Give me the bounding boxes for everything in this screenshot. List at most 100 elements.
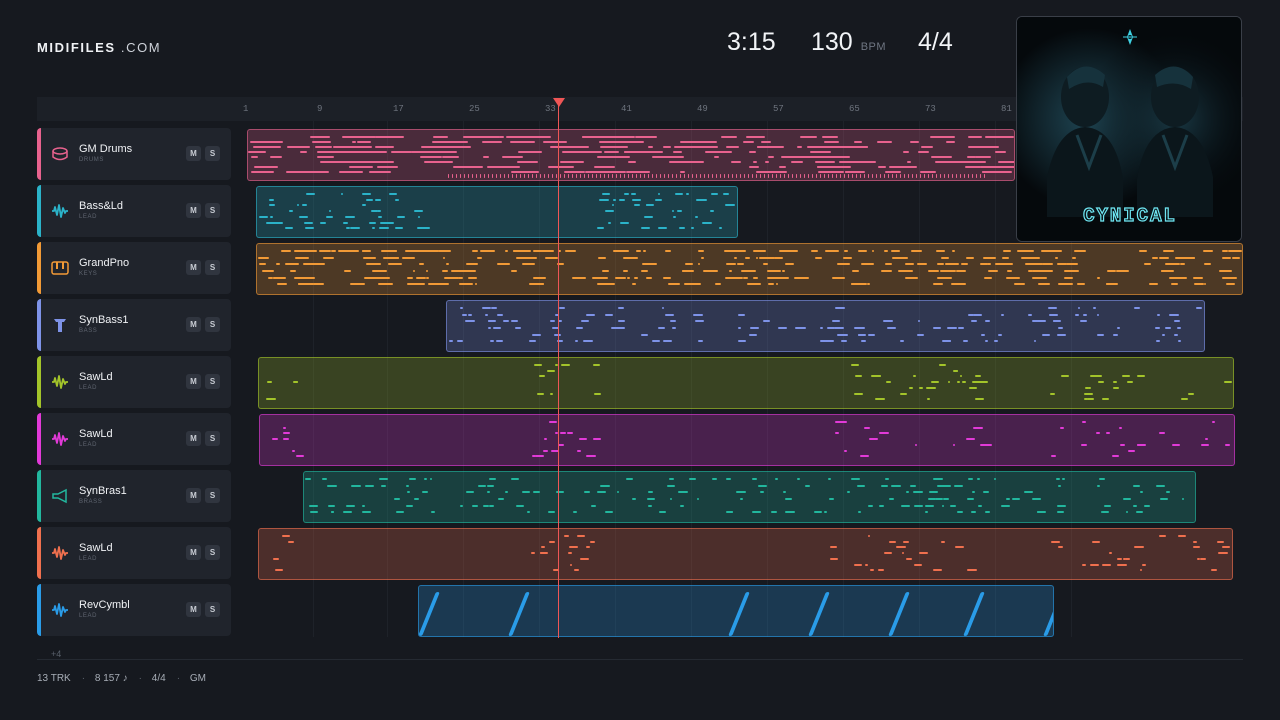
note xyxy=(627,276,630,279)
track-name: GM Drums xyxy=(79,143,133,155)
note xyxy=(1116,327,1120,329)
note xyxy=(289,210,293,213)
mute-button[interactable]: M xyxy=(186,203,201,218)
note xyxy=(705,151,732,153)
mute-button[interactable]: M xyxy=(186,602,201,617)
midi-clip[interactable] xyxy=(259,414,1235,466)
note xyxy=(296,204,299,207)
note xyxy=(752,174,753,178)
track-header[interactable]: GM Drums DRUMS M S xyxy=(37,128,231,180)
track-header[interactable]: SawLd LEAD M S xyxy=(37,527,231,579)
midi-clip[interactable] xyxy=(258,528,1233,580)
note xyxy=(1113,386,1119,389)
track-category: LEAD xyxy=(79,385,98,391)
solo-button[interactable]: S xyxy=(205,488,220,503)
note xyxy=(1054,256,1058,259)
note xyxy=(664,250,671,252)
note xyxy=(1136,511,1143,514)
solo-button[interactable]: S xyxy=(205,317,220,332)
solo-button[interactable]: S xyxy=(205,260,220,275)
midi-clip[interactable] xyxy=(258,357,1234,409)
mute-button[interactable]: M xyxy=(186,317,201,332)
note xyxy=(310,136,321,138)
note xyxy=(968,174,969,178)
note xyxy=(521,491,530,494)
note xyxy=(1162,250,1174,252)
track-header[interactable]: GrandPno KEYS M S xyxy=(37,242,231,294)
midi-clip[interactable] xyxy=(256,243,1243,295)
track-header[interactable]: SynBass1 BASS M S xyxy=(37,299,231,351)
note xyxy=(1047,307,1057,309)
note xyxy=(285,263,296,266)
note xyxy=(651,340,660,343)
note xyxy=(605,156,630,158)
note xyxy=(592,364,601,366)
mute-button[interactable]: M xyxy=(186,488,201,503)
note xyxy=(884,171,902,173)
mute-button[interactable]: M xyxy=(186,431,201,446)
note xyxy=(902,552,905,555)
track-header[interactable]: Bass&Ld LEAD M S xyxy=(37,185,231,237)
note xyxy=(664,174,665,178)
note xyxy=(952,174,953,178)
note xyxy=(424,478,427,480)
solo-button[interactable]: S xyxy=(205,203,220,218)
note xyxy=(1092,307,1097,309)
track-name: GrandPno xyxy=(79,257,130,269)
solo-button[interactable]: S xyxy=(205,374,220,389)
track-header[interactable]: SynBras1 BRASS M S xyxy=(37,470,231,522)
solo-button[interactable]: S xyxy=(205,545,220,560)
track-header[interactable]: RevCymbl LEAD M S xyxy=(37,584,231,636)
note xyxy=(291,449,296,452)
mute-button[interactable]: M xyxy=(186,146,201,161)
note xyxy=(980,166,1013,168)
note xyxy=(929,491,938,494)
note xyxy=(744,256,751,259)
note xyxy=(904,276,918,279)
note xyxy=(419,263,425,266)
solo-button[interactable]: S xyxy=(205,431,220,446)
note xyxy=(592,276,608,279)
track-header[interactable]: SawLd LEAD M S xyxy=(37,356,231,408)
track-header[interactable]: SawLd LEAD M S xyxy=(37,413,231,465)
midi-clip[interactable] xyxy=(303,471,1196,523)
note xyxy=(1154,327,1161,329)
note xyxy=(945,141,956,143)
note xyxy=(985,320,990,323)
note xyxy=(924,504,934,507)
more-tracks-label[interactable]: +4 xyxy=(51,649,61,659)
note xyxy=(492,174,493,178)
midi-clip[interactable] xyxy=(446,300,1205,352)
note xyxy=(672,327,676,329)
note xyxy=(976,156,991,158)
mute-button[interactable]: M xyxy=(186,545,201,560)
note xyxy=(886,381,891,384)
mute-button[interactable]: M xyxy=(186,374,201,389)
solo-button[interactable]: S xyxy=(205,602,220,617)
note xyxy=(401,256,415,259)
note xyxy=(834,327,844,329)
note xyxy=(482,141,502,143)
mute-button[interactable]: M xyxy=(186,260,201,275)
note xyxy=(253,146,275,148)
note xyxy=(971,320,978,323)
note xyxy=(768,156,774,158)
playhead-handle[interactable] xyxy=(553,98,565,107)
note xyxy=(425,276,430,279)
playhead[interactable] xyxy=(558,100,559,638)
note xyxy=(1021,256,1036,259)
midi-clip[interactable] xyxy=(247,129,1015,181)
note xyxy=(888,498,894,500)
note xyxy=(516,256,533,259)
note xyxy=(633,204,641,207)
note xyxy=(599,198,610,201)
note xyxy=(796,174,797,178)
note xyxy=(744,174,745,178)
note xyxy=(1165,263,1181,266)
note xyxy=(548,421,557,423)
solo-button[interactable]: S xyxy=(205,146,220,161)
midi-clip[interactable] xyxy=(256,186,738,238)
note xyxy=(365,256,369,259)
midi-clip[interactable] xyxy=(418,585,1054,637)
note xyxy=(902,151,910,153)
